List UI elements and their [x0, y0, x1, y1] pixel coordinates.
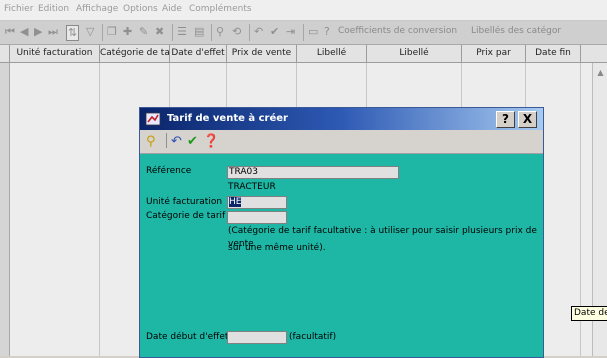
help-icon[interactable]: ?: [324, 25, 330, 39]
menu-edition[interactable]: Edition: [38, 4, 69, 14]
validate-icon[interactable]: ✔: [270, 25, 279, 39]
date-effet-label: Date début d'effet: [146, 332, 229, 342]
dialog-titlebar[interactable]: Tarif de vente à créer ? X: [140, 108, 543, 130]
column-header[interactable]: Date fin: [526, 45, 581, 63]
menu-affichage[interactable]: Affichage: [76, 4, 118, 14]
main-toolbar: ⏮ ◀ ▶ ⏭ ⇅ ▽ ❐ ✚ ✎ ✖ ☰ ▤ ⚲ ⟲ ↶ ✔ ⇥ ▭ ? Co…: [0, 21, 607, 45]
list-icon[interactable]: ☰: [177, 25, 187, 39]
first-record-icon[interactable]: ⏮: [5, 25, 15, 39]
edit-icon[interactable]: ✎: [139, 25, 148, 39]
dialog-form: Référence TRA03 TRACTEUR Unité facturati…: [140, 154, 543, 357]
help-button[interactable]: ?: [496, 111, 515, 128]
column-header[interactable]: [581, 45, 607, 63]
unite-facturation-label: Unité facturation: [146, 197, 223, 207]
sort-icon[interactable]: ⇅: [66, 25, 80, 41]
categorie-tarif-field[interactable]: [227, 211, 287, 224]
column-header[interactable]: Prix par: [462, 45, 526, 63]
column-header[interactable]: Unité facturation: [10, 45, 100, 63]
print-icon[interactable]: ▭: [308, 25, 318, 39]
column-header[interactable]: Libellé: [297, 45, 367, 63]
app-icon: [145, 112, 161, 126]
coefficients-button[interactable]: Coefficients de conversion: [338, 26, 457, 36]
last-record-icon[interactable]: ⏭: [48, 25, 58, 39]
date-effet-hint: (facultatif): [289, 332, 337, 342]
date-effet-field[interactable]: [227, 331, 287, 344]
create-tariff-dialog: Tarif de vente à créer ? X ⚲ ↶ ✔ ❓ Référ…: [139, 107, 544, 358]
column-header[interactable]: Libellé: [367, 45, 462, 63]
menu-complements[interactable]: Compléments: [189, 4, 252, 14]
copy-icon[interactable]: ❐: [107, 25, 117, 39]
filter-icon[interactable]: ▽: [86, 25, 94, 39]
column-header[interactable]: Catégorie de tarif: [100, 45, 170, 63]
validate-icon[interactable]: ✔: [187, 133, 198, 150]
next-record-icon[interactable]: ▶: [34, 25, 42, 39]
reference-label: Référence: [146, 166, 192, 176]
row-header-corner: [0, 45, 10, 63]
add-icon[interactable]: ✚: [123, 25, 132, 39]
reference-description: TRACTEUR: [228, 182, 276, 192]
column-header[interactable]: Date d'effet: [170, 45, 227, 63]
menu-fichier[interactable]: Fichier: [4, 4, 33, 14]
document-icon[interactable]: ▤: [194, 25, 204, 39]
row-selector[interactable]: [0, 63, 10, 356]
previous-record-icon[interactable]: ◀: [20, 25, 28, 39]
refresh-icon[interactable]: ⟲: [232, 25, 241, 39]
undo-icon[interactable]: ↶: [254, 25, 263, 39]
close-button[interactable]: X: [518, 111, 537, 128]
menu-bar: Fichier Edition Affichage Options Aide C…: [0, 0, 607, 21]
delete-icon[interactable]: ✖: [155, 25, 164, 39]
exit-icon[interactable]: ⇥: [286, 25, 295, 39]
categorie-tarif-label: Catégorie de tarif: [146, 211, 226, 221]
menu-options[interactable]: Options: [123, 4, 158, 14]
search-icon[interactable]: ⚲: [216, 25, 224, 39]
scroll-up-icon[interactable]: ▲: [595, 67, 606, 78]
reference-field[interactable]: TRA03: [227, 166, 399, 179]
labels-categories-button[interactable]: Libellés des catégor: [471, 26, 561, 36]
dialog-toolbar: ⚲ ↶ ✔ ❓: [140, 131, 543, 154]
dialog-title: Tarif de vente à créer: [167, 113, 288, 124]
column-header[interactable]: Prix de vente: [227, 45, 297, 63]
menu-aide[interactable]: Aide: [162, 4, 182, 14]
undo-icon[interactable]: ↶: [171, 133, 182, 150]
categorie-note: sur une même unité).: [228, 243, 326, 253]
search-icon[interactable]: ⚲: [146, 133, 156, 150]
help-icon[interactable]: ❓: [203, 133, 219, 150]
unite-facturation-field[interactable]: HE: [227, 196, 287, 209]
tooltip: Date de: [571, 306, 607, 321]
